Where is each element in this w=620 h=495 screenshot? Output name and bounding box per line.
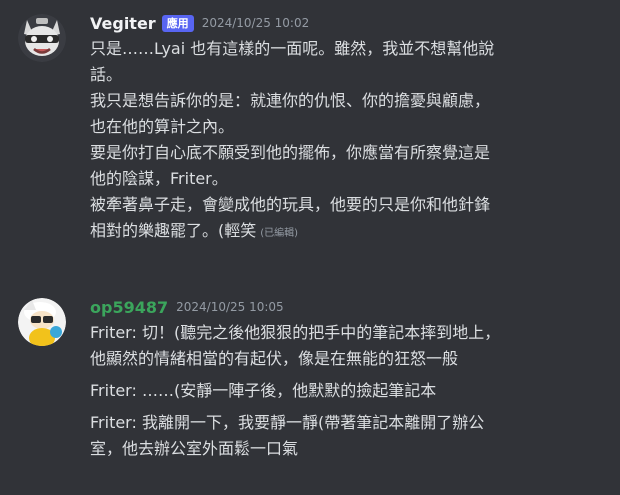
avatar-vegiter[interactable] — [18, 14, 66, 62]
message-line: 他顯然的情緒相當的有起伏，像是在無能的狂怒一般 — [90, 349, 459, 368]
message-paragraph: Friter: 切！(聽完之後他狠狠的把手中的筆記本摔到地上， 他顯然的情緒相當… — [90, 320, 602, 372]
cat-avatar-icon — [18, 14, 66, 62]
message-line: Friter: 我離開一下，我要靜一靜(帶著筆記本離開了辦公 — [90, 413, 485, 432]
message-line: 也在他的算計之內。 — [90, 117, 235, 136]
message-content: Friter: 切！(聽完之後他狠狠的把手中的筆記本摔到地上， 他顯然的情緒相當… — [90, 320, 602, 462]
timestamp[interactable]: 2024/10/25 10:05 — [176, 300, 284, 314]
app-badge: 應用 — [161, 14, 194, 32]
username[interactable]: op59487 — [90, 298, 168, 317]
username[interactable]: Vegiter — [90, 14, 156, 33]
avatar-op59487[interactable] — [18, 298, 66, 346]
message-line: 他的陰謀，Friter。 — [90, 169, 228, 188]
message-line: 話。 — [90, 65, 123, 84]
message-line: 室，他去辦公室外面鬆一口氣 — [90, 439, 299, 458]
message-line: 我只是想告訴你的是：就連你的仇恨、你的擔憂與顧慮， — [90, 91, 491, 110]
message-line: 要是你打自心底不願受到他的擺佈，你應當有所察覺這是 — [90, 143, 491, 162]
message-content: 只是……Lyai 也有這樣的一面呢。雖然，我並不想幫他說 話。 我只是想告訴你的… — [90, 36, 602, 247]
edited-label: (已編輯) — [260, 228, 299, 239]
message-line: 只是……Lyai 也有這樣的一面呢。雖然，我並不想幫他說 — [90, 39, 495, 58]
timestamp[interactable]: 2024/10/25 10:02 — [202, 16, 310, 30]
message-line-last: 相對的樂趣罷了。(輕笑 (已編輯) — [90, 218, 602, 247]
message-line-text: 相對的樂趣罷了。(輕笑 — [90, 221, 257, 240]
message-line: Friter: 切！(聽完之後他狠狠的把手中的筆記本摔到地上， — [90, 323, 501, 342]
message-header: op59487 2024/10/25 10:05 — [90, 296, 284, 318]
message-paragraph: Friter: ……(安靜一陣子後，他默默的撿起筆記本 — [90, 378, 602, 404]
character-avatar-icon — [18, 298, 66, 346]
message-paragraph: Friter: 我離開一下，我要靜一靜(帶著筆記本離開了辦公 室，他去辦公室外面… — [90, 410, 602, 462]
chat-messages: Vegiter 應用 2024/10/25 10:02 只是……Lyai 也有這… — [0, 0, 620, 495]
message-header: Vegiter 應用 2024/10/25 10:02 — [90, 12, 309, 34]
message-line: 被牽著鼻子走，會變成他的玩具，他要的只是你和他針鋒 — [90, 195, 491, 214]
message-line: Friter: ……(安靜一陣子後，他默默的撿起筆記本 — [90, 381, 437, 400]
